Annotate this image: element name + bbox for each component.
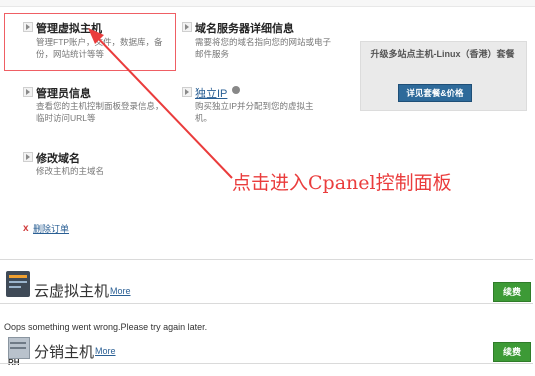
error-message: Oops something went wrong.Please try aga…: [4, 322, 208, 332]
section-divider: [0, 259, 533, 260]
delete-order-link[interactable]: 删除订单: [33, 222, 69, 235]
delete-icon[interactable]: x: [23, 223, 29, 234]
cloud-hosting-icon: [6, 271, 30, 297]
section-title: 云虚拟主机: [34, 283, 110, 300]
annotation-text: 点击进入Cpanel控制面板: [232, 172, 452, 194]
more-link[interactable]: More: [95, 346, 116, 356]
section-title: 分销主机: [34, 344, 95, 361]
renew-button[interactable]: 续费: [493, 342, 531, 362]
section-divider: [0, 363, 533, 364]
renew-button[interactable]: 续费: [493, 282, 531, 302]
more-link[interactable]: More: [110, 286, 131, 296]
section-divider: [0, 303, 533, 304]
